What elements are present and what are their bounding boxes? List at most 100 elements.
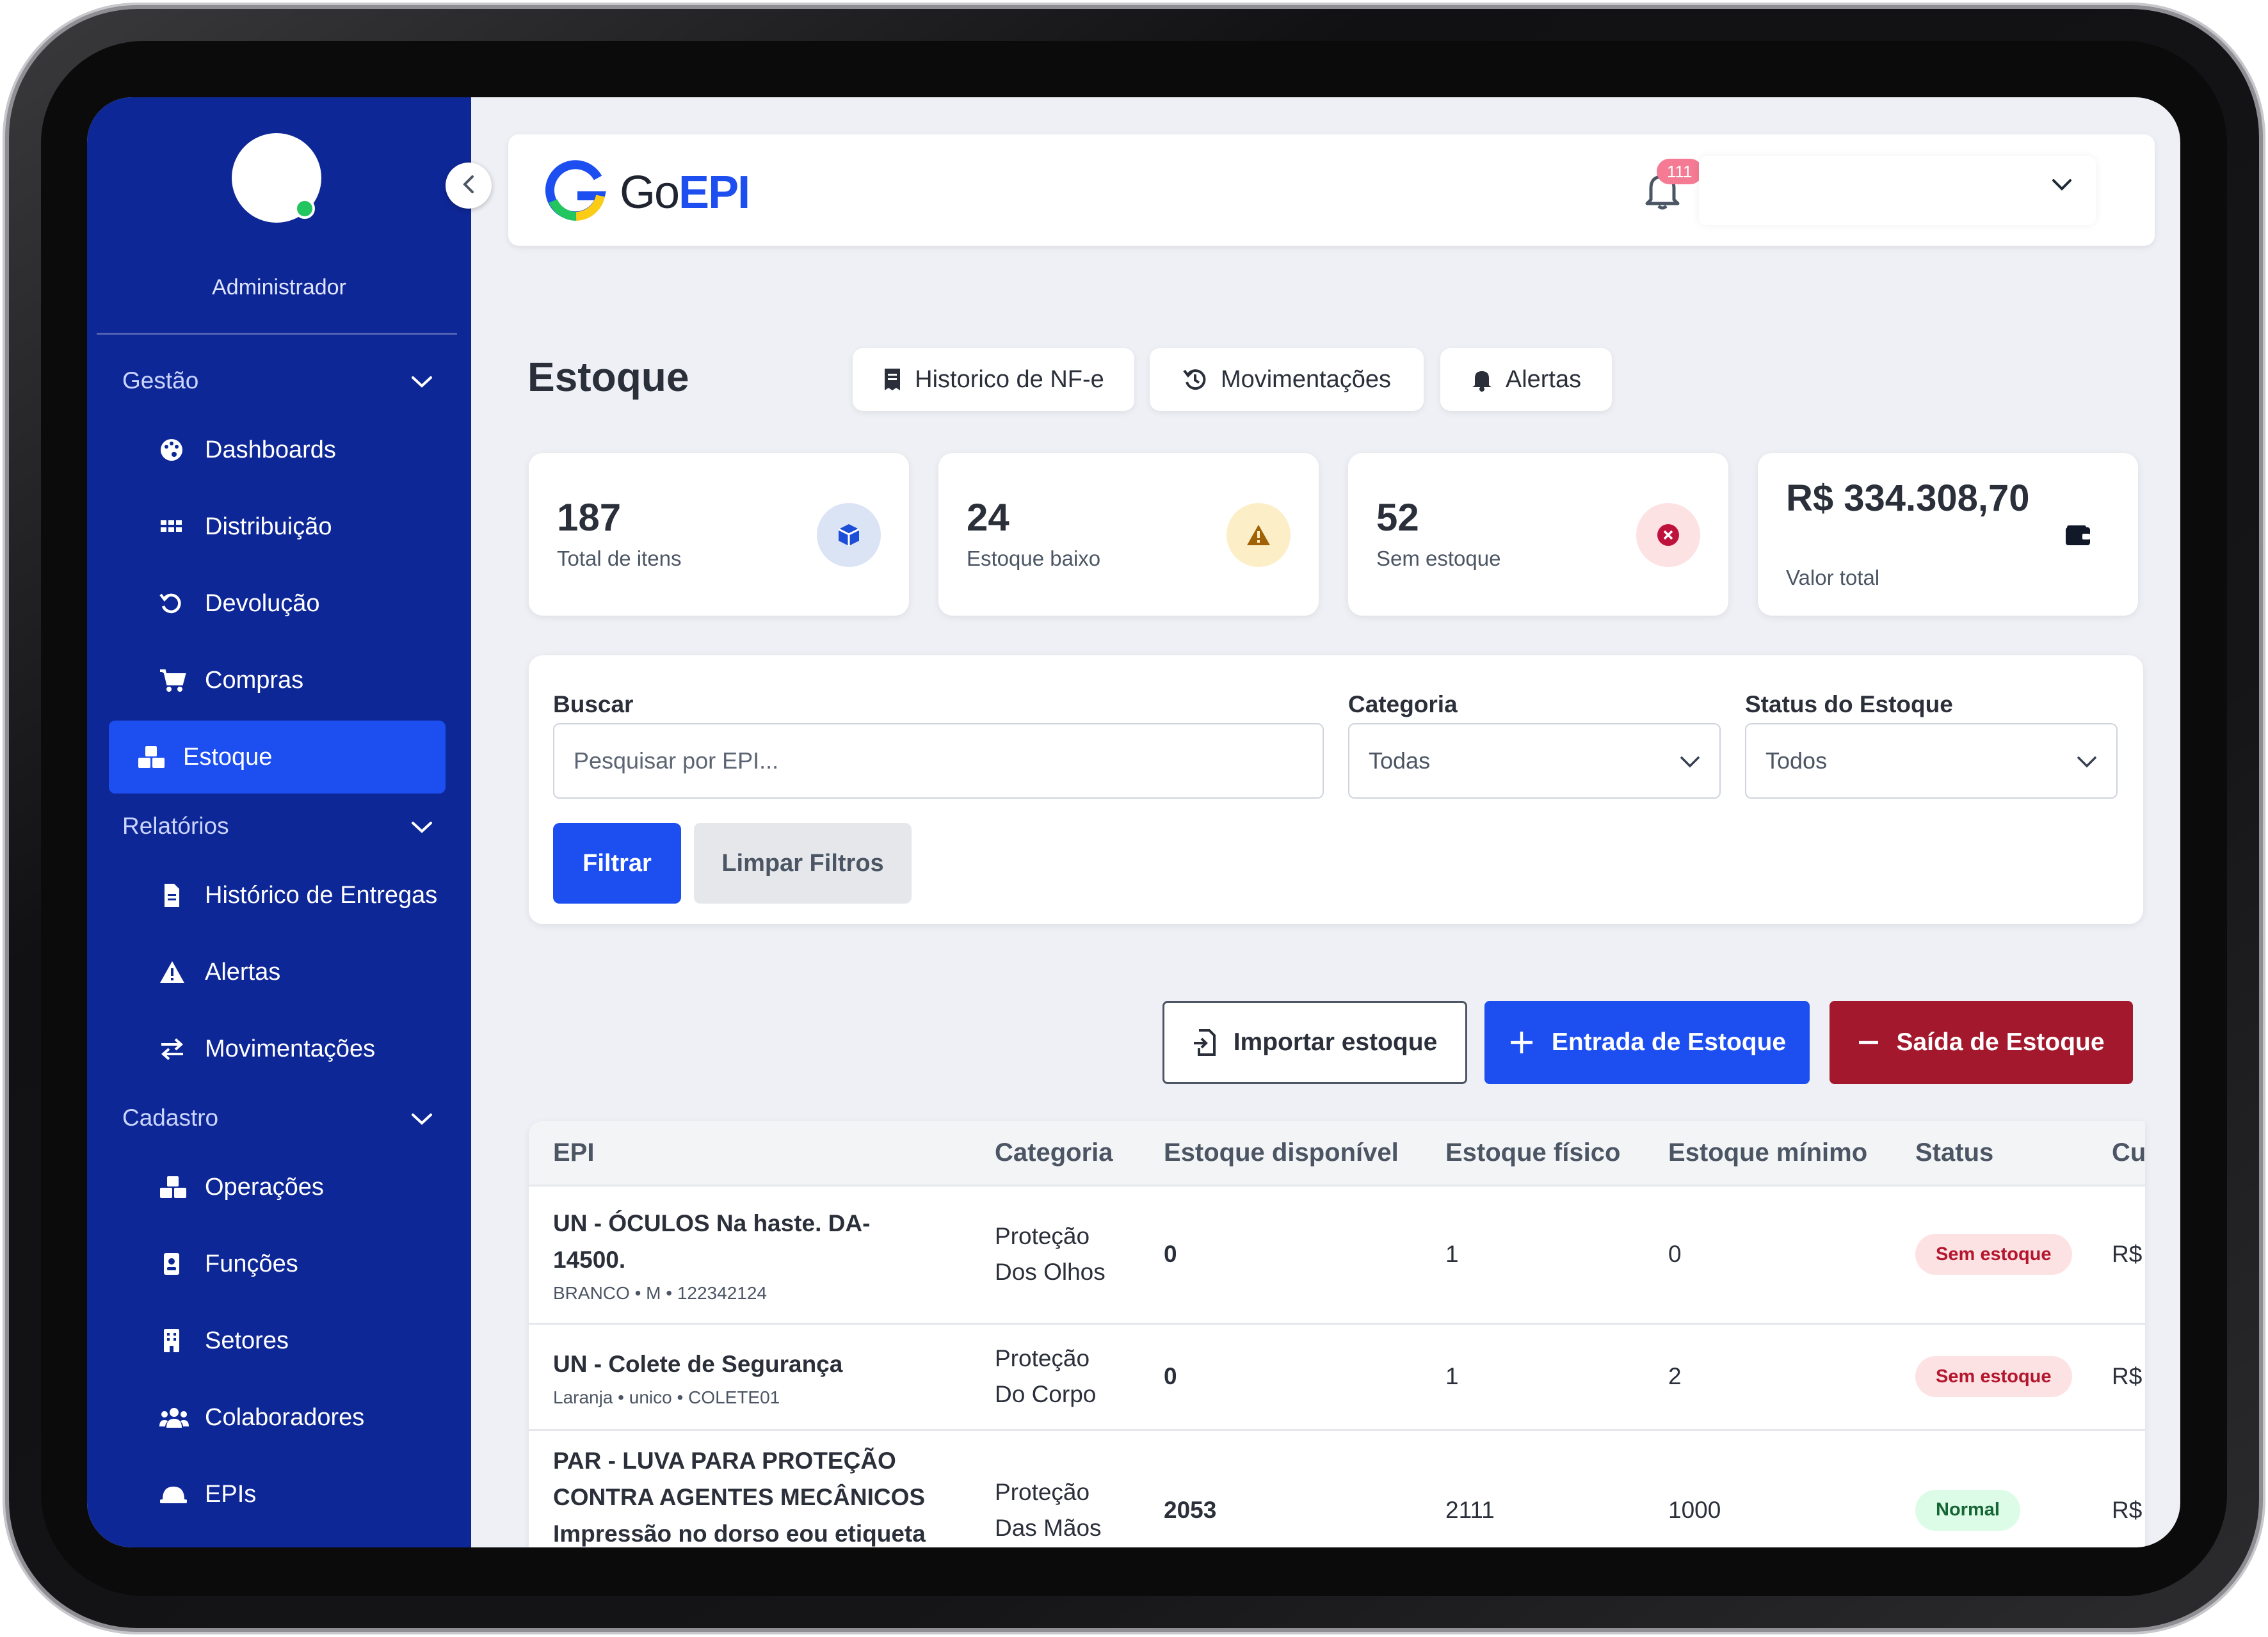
sidebar-item-dashboards[interactable]: Dashboards: [109, 411, 446, 488]
document-icon: [159, 879, 192, 912]
sidebar-section-relatorios[interactable]: Relatórios: [87, 795, 471, 857]
chevron-down-icon: [411, 813, 433, 840]
bell-icon: [1471, 367, 1493, 392]
boxes-icon: [137, 740, 170, 774]
column-header-estoque-minimo[interactable]: Estoque mínimo: [1644, 1121, 1891, 1185]
chevron-down-icon: [411, 367, 433, 394]
historico-nfe-button[interactable]: Historico de NF-e: [853, 348, 1134, 411]
stock-entry-label: Entrada de Estoque: [1551, 1028, 1787, 1056]
movimentacoes-button[interactable]: Movimentações: [1150, 348, 1424, 411]
stock-physical: 2111: [1445, 1496, 1495, 1523]
receipt-icon: [883, 367, 902, 392]
users-icon: [159, 1401, 192, 1434]
import-stock-button[interactable]: Importar estoque: [1162, 1001, 1467, 1084]
stock-minimum: 0: [1668, 1241, 1682, 1267]
bell-icon: [1645, 175, 1680, 214]
sidebar-item-devolucao[interactable]: Devolução: [109, 565, 446, 642]
sidebar-item-label: Funções: [205, 1250, 298, 1277]
grid-icon: [159, 510, 192, 543]
sidebar-item-label: Movimentações: [205, 1035, 376, 1062]
sidebar-item-epis[interactable]: EPIs: [109, 1456, 446, 1533]
alertas-label: Alertas: [1505, 365, 1582, 393]
goepi-logo-icon: [544, 159, 608, 226]
sidebar-item-movimentacoes[interactable]: Movimentações: [109, 1010, 446, 1087]
app-screen: Administrador Gestão Dashboards Distribu…: [87, 97, 2180, 1547]
historico-nfe-label: Historico de NF-e: [915, 365, 1104, 393]
column-header-estoque-disponivel[interactable]: Estoque disponível: [1139, 1121, 1421, 1185]
column-header-estoque-fisico[interactable]: Estoque físico: [1421, 1121, 1644, 1185]
sidebar-section-title: Gestão: [122, 367, 199, 394]
minus-icon: [1858, 1039, 1879, 1046]
stat-value: 52: [1376, 496, 1419, 539]
sidebar-section-gestao[interactable]: Gestão: [87, 350, 471, 411]
category-select[interactable]: Todas: [1348, 723, 1721, 799]
sidebar-item-estoque[interactable]: Estoque: [109, 721, 446, 794]
page-title: Estoque: [527, 354, 689, 400]
building-icon: [159, 1324, 192, 1357]
alertas-button[interactable]: Alertas: [1440, 348, 1612, 411]
sidebar-item-funcoes[interactable]: Funções: [109, 1226, 446, 1302]
table-row[interactable]: UN - Colete de Segurança Laranja • unico…: [529, 1322, 2145, 1430]
filter-button[interactable]: Filtrar: [553, 823, 681, 904]
chevron-down-icon: [2077, 747, 2097, 774]
unit-cost: R$ 5,: [2112, 1241, 2145, 1267]
import-stock-label: Importar estoque: [1233, 1028, 1438, 1056]
logo-go-text: Go: [620, 166, 680, 218]
status-select[interactable]: Todos: [1745, 723, 2118, 799]
sidebar-collapse-button[interactable]: [446, 163, 492, 209]
sidebar-item-label: Operações: [205, 1173, 324, 1201]
stat-card-total-itens: 187 Total de itens: [529, 453, 909, 616]
category-select-value: Todas: [1369, 747, 1431, 774]
chevron-left-icon: [462, 175, 476, 197]
sidebar-item-colaboradores[interactable]: Colaboradores: [109, 1379, 446, 1456]
column-header-custo[interactable]: Cust: [2087, 1121, 2145, 1185]
palette-icon: [159, 433, 192, 467]
search-input[interactable]: [553, 723, 1324, 799]
table-header-row: EPI Categoria Estoque disponível Estoque…: [529, 1121, 2145, 1185]
stock-available: 0: [1164, 1363, 1177, 1389]
user-menu-dropdown[interactable]: [1699, 156, 2096, 225]
stock-exit-button[interactable]: Saída de Estoque: [1830, 1001, 2133, 1084]
import-file-icon: [1193, 1029, 1217, 1056]
clear-filters-button[interactable]: Limpar Filtros: [694, 823, 912, 904]
top-bar: GoEPI 111: [508, 134, 2155, 246]
sidebar-item-label: Distribuição: [205, 513, 332, 540]
sidebar-item-label: Compras: [205, 666, 304, 694]
chevron-down-icon: [411, 1105, 433, 1131]
category-label: Categoria: [1348, 691, 1458, 717]
status-badge: Sem estoque: [1915, 1356, 2072, 1397]
sidebar-item-compras[interactable]: Compras: [109, 642, 446, 719]
unit-cost: R$ 2,: [2112, 1496, 2145, 1523]
sidebar-item-distribuicao[interactable]: Distribuição: [109, 488, 446, 565]
user-role: Administrador: [212, 275, 346, 299]
stock-table-container: EPI Categoria Estoque disponível Estoque…: [529, 1121, 2145, 1547]
sidebar-item-setores[interactable]: Setores: [109, 1302, 446, 1379]
app-logo[interactable]: GoEPI: [544, 159, 750, 226]
sidebar-menu: Gestão Dashboards Distribuição Devolução…: [87, 350, 471, 1533]
stat-label: Total de itens: [557, 547, 682, 570]
sidebar-section-cadastro[interactable]: Cadastro: [87, 1087, 471, 1149]
column-header-categoria[interactable]: Categoria: [970, 1121, 1139, 1185]
helmet-icon: [159, 1478, 192, 1511]
search-label: Buscar: [553, 691, 634, 717]
sidebar-item-historico-entregas[interactable]: Histórico de Entregas: [109, 857, 446, 934]
status-select-value: Todos: [1765, 747, 1828, 774]
epi-details: BRANCO • M • 122342124: [553, 1283, 767, 1303]
movimentacoes-label: Movimentações: [1220, 365, 1392, 393]
stat-value: 187: [557, 496, 622, 539]
sidebar-item-operacoes[interactable]: Operações: [109, 1149, 446, 1226]
stat-label: Estoque baixo: [967, 547, 1101, 570]
sidebar-item-label: Devolução: [205, 589, 320, 617]
column-header-epi[interactable]: EPI: [529, 1121, 970, 1185]
plus-icon: [1508, 1029, 1535, 1056]
table-row[interactable]: PAR - LUVA PARA PROTEÇÃO CONTRA AGENTES …: [529, 1428, 2145, 1547]
column-header-status[interactable]: Status: [1891, 1121, 2087, 1185]
chevron-down-icon: [2051, 178, 2073, 195]
stat-label: Valor total: [1786, 566, 1880, 589]
sidebar-section-title: Cadastro: [122, 1105, 219, 1131]
table-row[interactable]: UN - ÓCULOS Na haste. DA-14500. BRANCO •…: [529, 1184, 2145, 1323]
history-icon: [1182, 367, 1208, 392]
sidebar-item-alertas[interactable]: Alertas: [109, 934, 446, 1010]
stock-entry-button[interactable]: Entrada de Estoque: [1484, 1001, 1810, 1084]
stat-card-valor-total: R$ 334.308,70 Valor total: [1758, 453, 2138, 616]
